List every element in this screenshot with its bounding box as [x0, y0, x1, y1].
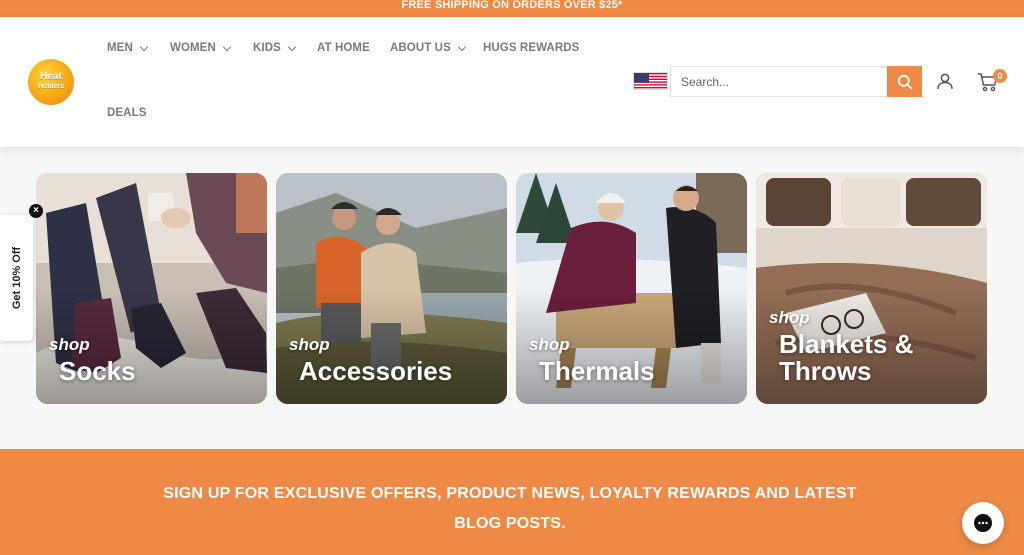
- user-icon[interactable]: [936, 72, 954, 90]
- logo-text-bottom: Holders: [37, 83, 65, 90]
- nav-item-hugs-rewards[interactable]: HUGS REWARDS: [483, 42, 579, 54]
- nav-item-women[interactable]: WOMEN: [170, 42, 232, 54]
- tile-shop-label: shop: [289, 335, 330, 354]
- chevron-down-icon: [139, 42, 149, 51]
- nav-item-kids[interactable]: KIDS: [253, 42, 297, 54]
- announcement-bar: FREE SHIPPING ON ORDERS OVER $25*: [0, 0, 1024, 17]
- nav-item-label: WOMEN: [170, 42, 216, 54]
- tile-shop-label: shop: [49, 335, 90, 354]
- us-flag-icon[interactable]: [633, 72, 668, 90]
- search-button[interactable]: [887, 66, 922, 97]
- tile-title-line-2: Throws: [779, 356, 872, 386]
- tile-title-line-1: Blankets &: [779, 329, 914, 359]
- nav-item-label: DEALS: [107, 107, 147, 119]
- signup-heading: SIGN UP FOR EXCLUSIVE OFFERS, PRODUCT NE…: [150, 479, 870, 539]
- tile-title: Accessories: [299, 356, 453, 386]
- chat-bubble-icon: [974, 514, 992, 532]
- nav-item-men[interactable]: MEN: [107, 42, 149, 54]
- chevron-down-icon: [457, 42, 467, 51]
- discount-side-tab[interactable]: Get 10% Off: [0, 215, 33, 341]
- page: FREE SHIPPING ON ORDERS OVER $25* Heat H…: [0, 0, 1024, 555]
- tile-shop-label: shop: [529, 335, 570, 354]
- nav-item-about-us[interactable]: ABOUT US: [390, 42, 467, 54]
- category-tile-accessories[interactable]: shop Accessories: [276, 173, 507, 404]
- nav-item-deals[interactable]: DEALS: [107, 107, 146, 119]
- close-icon[interactable]: ×: [29, 204, 43, 218]
- chat-button[interactable]: [962, 502, 1004, 544]
- category-tile-socks[interactable]: shop Socks: [36, 173, 267, 404]
- search-input[interactable]: [670, 66, 888, 97]
- chevron-down-icon: [287, 42, 297, 51]
- tile-title: Thermals: [539, 356, 655, 386]
- nav-item-label: HUGS REWARDS: [483, 42, 580, 54]
- site-header: Heat Holders MEN WOMEN KIDS AT HOME ABOU…: [0, 17, 1024, 147]
- signup-line-1: SIGN UP FOR EXCLUSIVE OFFERS, PRODUCT NE…: [163, 485, 857, 502]
- logo-text-top: Heat: [40, 71, 62, 82]
- newsletter-signup-band: SIGN UP FOR EXCLUSIVE OFFERS, PRODUCT NE…: [0, 449, 1024, 555]
- category-tile-thermals[interactable]: shop Thermals: [516, 173, 747, 404]
- nav-item-label: MEN: [107, 42, 133, 54]
- discount-tab-label: Get 10% Off: [10, 246, 23, 310]
- category-tile-blankets-throws[interactable]: shop Blankets & Throws: [756, 173, 987, 404]
- tile-title: Socks: [59, 356, 136, 386]
- brand-logo[interactable]: Heat Holders: [28, 59, 74, 105]
- nav-item-label: AT HOME: [317, 42, 370, 54]
- nav-item-label: ABOUT US: [390, 42, 451, 54]
- signup-line-2: BLOG POSTS.: [454, 515, 566, 532]
- nav-item-label: KIDS: [253, 42, 281, 54]
- tile-shop-label: shop: [769, 308, 810, 327]
- cart-count-badge: 0: [993, 69, 1007, 83]
- chevron-down-icon: [222, 42, 232, 51]
- nav-item-at-home[interactable]: AT HOME: [317, 42, 370, 54]
- announcement-text: FREE SHIPPING ON ORDERS OVER $25*: [401, 0, 623, 11]
- search-icon: [897, 74, 912, 89]
